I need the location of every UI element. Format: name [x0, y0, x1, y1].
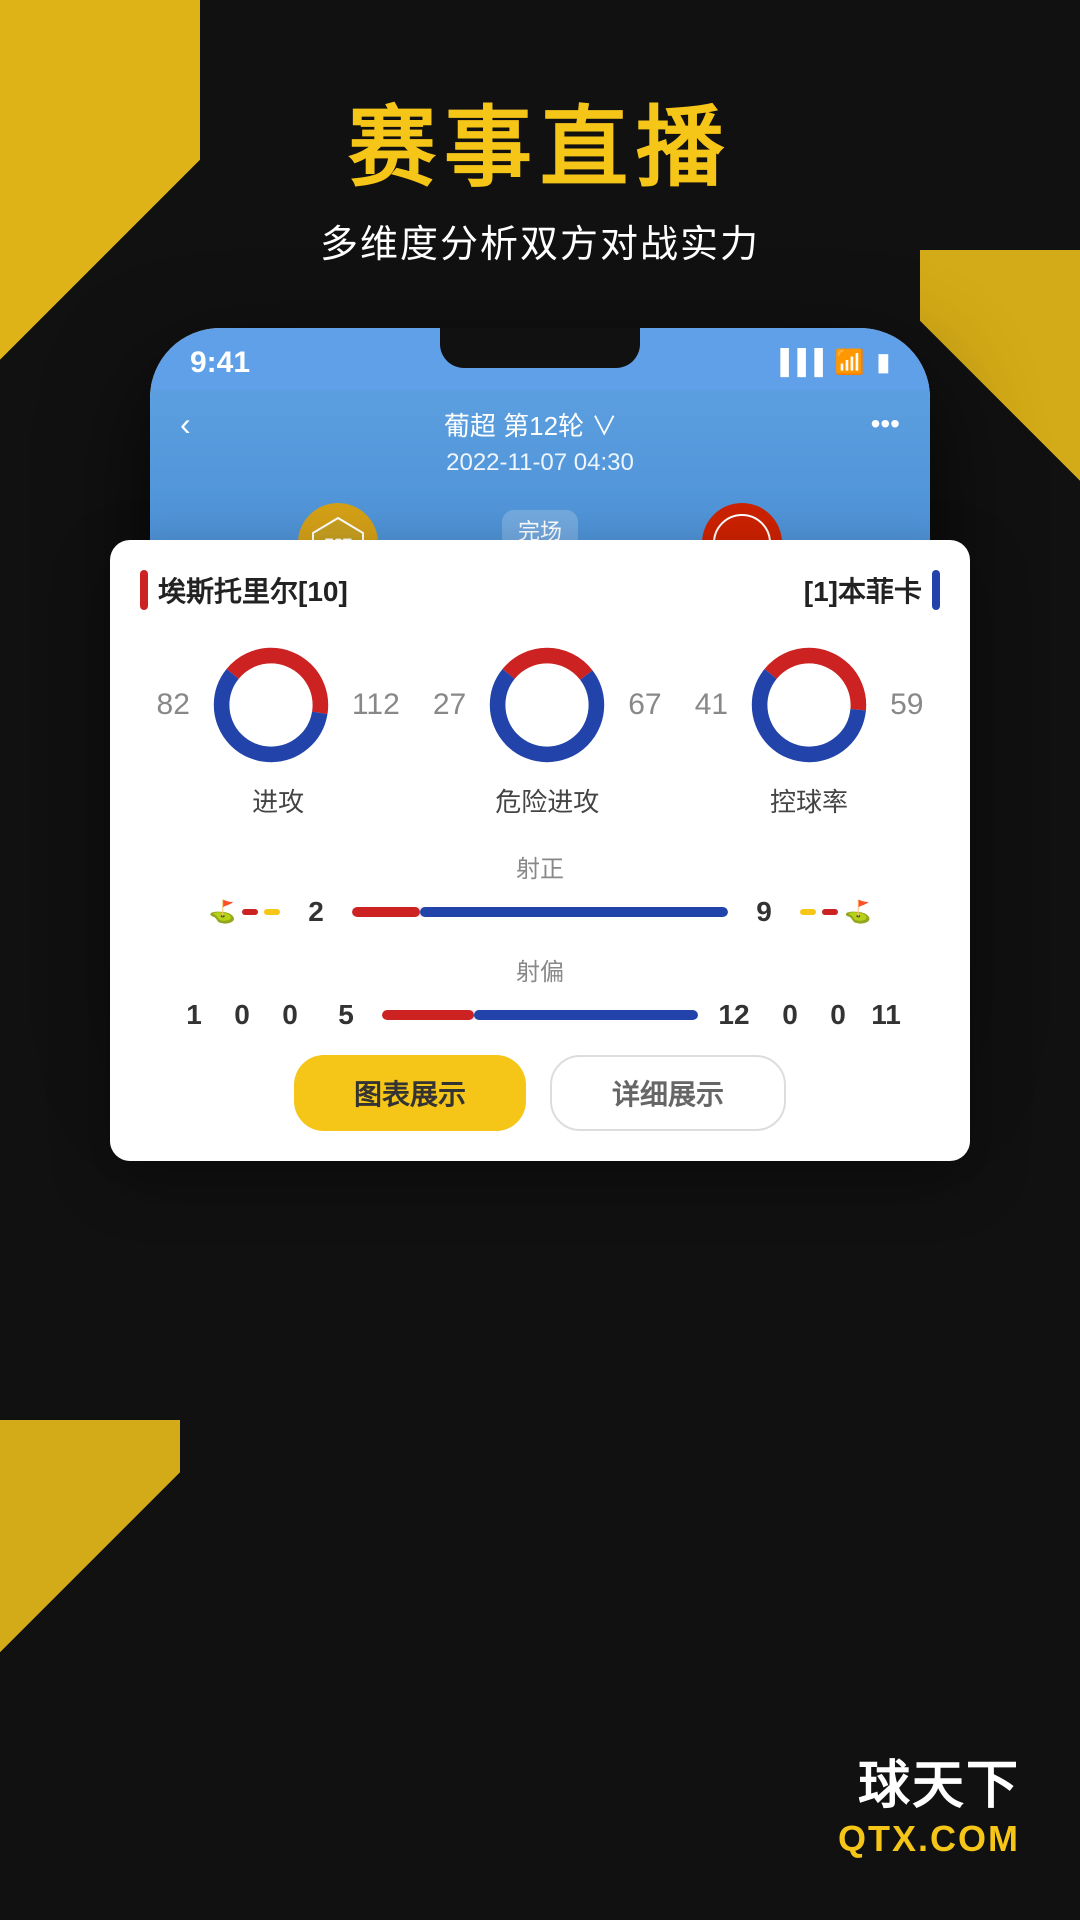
stats-left-team: 埃斯托里尔[10]	[140, 570, 348, 610]
shots-on-bar-blue	[420, 907, 728, 917]
stats-card: 埃斯托里尔[10] [1]本菲卡 82	[110, 540, 970, 1161]
back-button[interactable]: ‹	[180, 406, 191, 443]
chart-possession-right: 59	[890, 688, 923, 722]
donut-dangerous	[482, 640, 612, 770]
shots-off-left-val: 5	[326, 999, 366, 1031]
shots-off-r3: 0	[818, 999, 858, 1031]
page-subtitle: 多维度分析双方对战实力	[320, 213, 760, 268]
status-time: 9:41	[190, 346, 250, 380]
shots-off-label: 射偏	[150, 952, 930, 987]
chart-dangerous: 27 67 危险进攻	[433, 640, 662, 819]
chart-attack-label: 进攻	[252, 782, 304, 819]
donut-attack	[206, 640, 336, 770]
charts-row: 82 112 进攻 27	[140, 640, 940, 819]
chart-dangerous-left: 27	[433, 688, 466, 722]
stats-right-team-name: [1]本菲卡	[804, 570, 922, 610]
shots-off-right-val: 12	[714, 999, 754, 1031]
detail-display-button[interactable]: 详细展示	[550, 1055, 786, 1131]
shots-on-bar-red	[352, 907, 420, 917]
shots-off-bar-red	[382, 1010, 474, 1020]
page-title: 赛事直播	[320, 100, 760, 197]
match-datetime: 2022-11-07 04:30	[180, 449, 900, 477]
chart-possession-left: 41	[695, 688, 728, 722]
stat-row-shots-on: 射正 ⛳ 2 9 ⛳	[150, 849, 930, 928]
shots-on-bar	[352, 907, 728, 917]
shots-off-bar	[382, 1010, 698, 1020]
wifi-icon: 📶	[835, 348, 865, 377]
chart-possession-label: 控球率	[770, 782, 848, 819]
shots-off-l2: 0	[222, 999, 262, 1031]
shots-off-r4: 11	[866, 999, 906, 1031]
left-icons-row1: ⛳	[150, 899, 280, 925]
status-icons: ▐▐▐ 📶 ▮	[772, 348, 890, 377]
stat-row-shots-off: 射偏 1 0 0 5 12 0 0	[150, 952, 930, 1031]
logo-url: QTX.COM	[838, 1818, 1020, 1860]
red-card-left-icon	[242, 909, 258, 915]
chart-attack: 82 112 进攻	[157, 640, 400, 819]
signal-icon: ▐▐▐	[772, 349, 823, 377]
stats-bars: 射正 ⛳ 2 9 ⛳	[140, 849, 940, 1031]
logo-name: 球天下	[838, 1743, 1020, 1818]
shots-off-bar-blue	[474, 1010, 698, 1020]
phone-notch	[440, 328, 640, 368]
stats-left-team-name: 埃斯托里尔[10]	[158, 570, 348, 610]
chart-dangerous-label: 危险进攻	[495, 782, 599, 819]
left-team-indicator	[140, 570, 148, 610]
battery-icon: ▮	[877, 348, 890, 377]
right-icons-row1: ⛳	[800, 899, 930, 925]
shots-on-left-val: 2	[296, 896, 336, 928]
chart-dangerous-right: 67	[628, 688, 661, 722]
chart-attack-right: 112	[352, 688, 400, 722]
chart-display-button[interactable]: 图表展示	[294, 1055, 526, 1131]
corner-right-icon: ⛳	[844, 899, 871, 925]
more-button[interactable]: •••	[871, 408, 900, 440]
red-card-right-icon	[822, 909, 838, 915]
yellow-card-right-icon	[800, 909, 816, 915]
action-buttons: 图表展示 详细展示	[140, 1055, 940, 1131]
shots-on-label: 射正	[150, 849, 930, 884]
bottom-logo: 球天下 QTX.COM	[838, 1743, 1020, 1860]
chart-possession: 41 59 控球率	[695, 640, 924, 819]
shots-off-r2: 0	[770, 999, 810, 1031]
corner-left-icon: ⛳	[209, 899, 236, 925]
match-league[interactable]: 葡超 第12轮 ∨	[444, 406, 617, 443]
right-team-indicator	[932, 570, 940, 610]
shots-off-l1: 1	[174, 999, 214, 1031]
shots-off-l3: 0	[270, 999, 310, 1031]
chart-attack-left: 82	[157, 688, 190, 722]
stats-card-header: 埃斯托里尔[10] [1]本菲卡	[140, 570, 940, 610]
stats-right-team: [1]本菲卡	[804, 570, 940, 610]
donut-possession	[744, 640, 874, 770]
shots-on-right-val: 9	[744, 896, 784, 928]
yellow-card-left-icon	[264, 909, 280, 915]
